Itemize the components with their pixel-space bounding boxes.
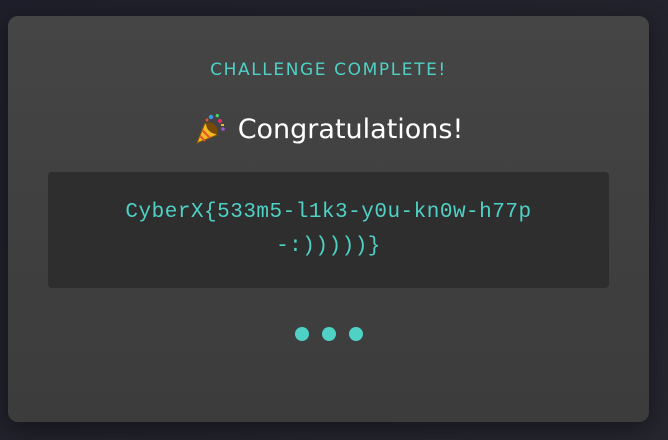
party-popper-icon	[194, 112, 228, 146]
modal-title: Congratulations!	[237, 113, 464, 145]
loading-indicator	[8, 327, 649, 341]
flag-text[interactable]: CyberX{533m5-l1k3-y0u-kn0w-h77p-:)))))}	[94, 196, 564, 264]
loading-dot	[294, 327, 309, 341]
loading-dot	[348, 327, 363, 341]
challenge-complete-modal: CHALLENGE COMPLETE! Congratulations! Cyb…	[8, 16, 649, 422]
modal-heading: Congratulations!	[8, 112, 649, 146]
challenge-status-label: CHALLENGE COMPLETE!	[210, 60, 447, 80]
loading-dot	[321, 327, 336, 341]
flag-display[interactable]: CyberX{533m5-l1k3-y0u-kn0w-h77p-:)))))}	[48, 172, 609, 288]
page-backdrop: CHALLENGE COMPLETE! Congratulations! Cyb…	[0, 0, 668, 440]
